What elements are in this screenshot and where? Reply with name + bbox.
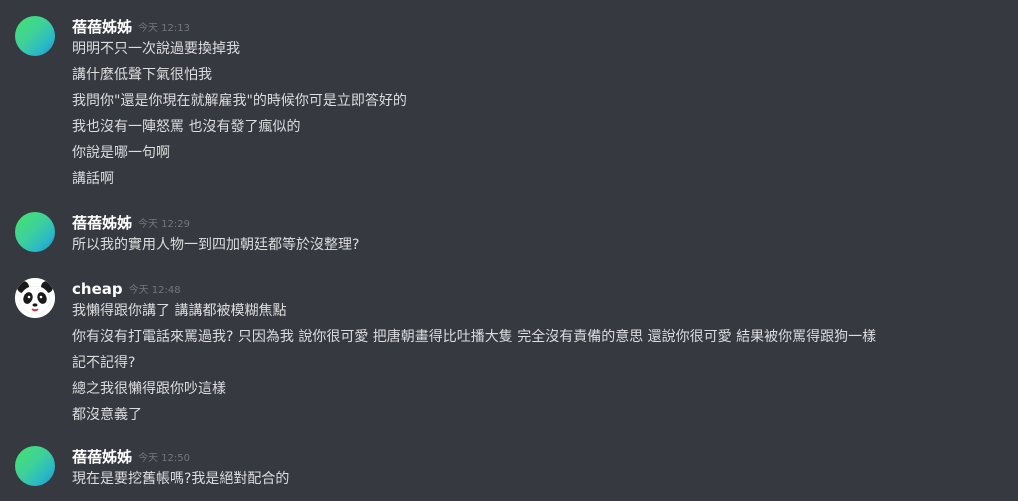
timestamp: 今天 12:13 xyxy=(138,23,191,34)
message-line: 現在是要挖舊帳嗎?我是絕對配合的 xyxy=(72,471,290,487)
message-header: 蓓蓓姊姊 今天 12:50 xyxy=(72,446,190,468)
message-line: 總之我很懶得跟你吵這樣 xyxy=(72,381,226,397)
message-line: 我問你"還是你現在就解雇我"的時候你可是立即答好的 xyxy=(72,93,407,109)
message-line: 都沒意義了 xyxy=(72,407,142,423)
panda-icon xyxy=(15,278,55,318)
message-line: 所以我的實用人物一到四加朝廷都等於沒整理? xyxy=(72,237,360,253)
message-line: 講話啊 xyxy=(72,171,114,187)
username[interactable]: 蓓蓓姊姊 xyxy=(72,214,132,232)
message-line: 記不記得? xyxy=(72,355,136,371)
message-header: 蓓蓓姊姊 今天 12:13 xyxy=(72,16,190,38)
username[interactable]: 蓓蓓姊姊 xyxy=(72,18,132,36)
message-line: 我懶得跟你講了 講講都被模糊焦點 xyxy=(72,303,287,319)
message-line: 講什麼低聲下氣很怕我 xyxy=(72,67,212,83)
message-content: 現在是要挖舊帳嗎?我是絕對配合的 xyxy=(72,466,289,492)
message-line: 你有沒有打電話來罵過我? 只因為我 說你很可愛 把唐朝畫得比吐播大隻 完全沒有責… xyxy=(72,329,877,345)
user-avatar[interactable] xyxy=(15,446,55,486)
message-content: 我懶得跟你講了 講講都被模糊焦點 你有沒有打電話來罵過我? 只因為我 說你很可愛… xyxy=(72,298,876,428)
user-avatar[interactable] xyxy=(15,212,55,252)
panda-avatar[interactable] xyxy=(15,278,55,318)
message-content: 所以我的實用人物一到四加朝廷都等於沒整理? xyxy=(72,232,359,258)
message-line: 我也沒有一陣怒罵 也沒有發了瘋似的 xyxy=(72,119,301,135)
message-header: 蓓蓓姊姊 今天 12:29 xyxy=(72,212,190,234)
user-avatar[interactable] xyxy=(15,16,55,56)
username[interactable]: cheap xyxy=(72,280,123,298)
username[interactable]: 蓓蓓姊姊 xyxy=(72,448,132,466)
timestamp: 今天 12:48 xyxy=(128,285,181,296)
timestamp: 今天 12:29 xyxy=(138,219,191,230)
message-line: 明明不只一次說過要換掉我 xyxy=(72,41,240,57)
message-content: 明明不只一次說過要換掉我 講什麼低聲下氣很怕我 我問你"還是你現在就解雇我"的時… xyxy=(72,36,407,192)
timestamp: 今天 12:50 xyxy=(138,453,191,464)
message-header: cheap 今天 12:48 xyxy=(72,278,181,300)
message-line: 你說是哪一句啊 xyxy=(72,145,170,161)
